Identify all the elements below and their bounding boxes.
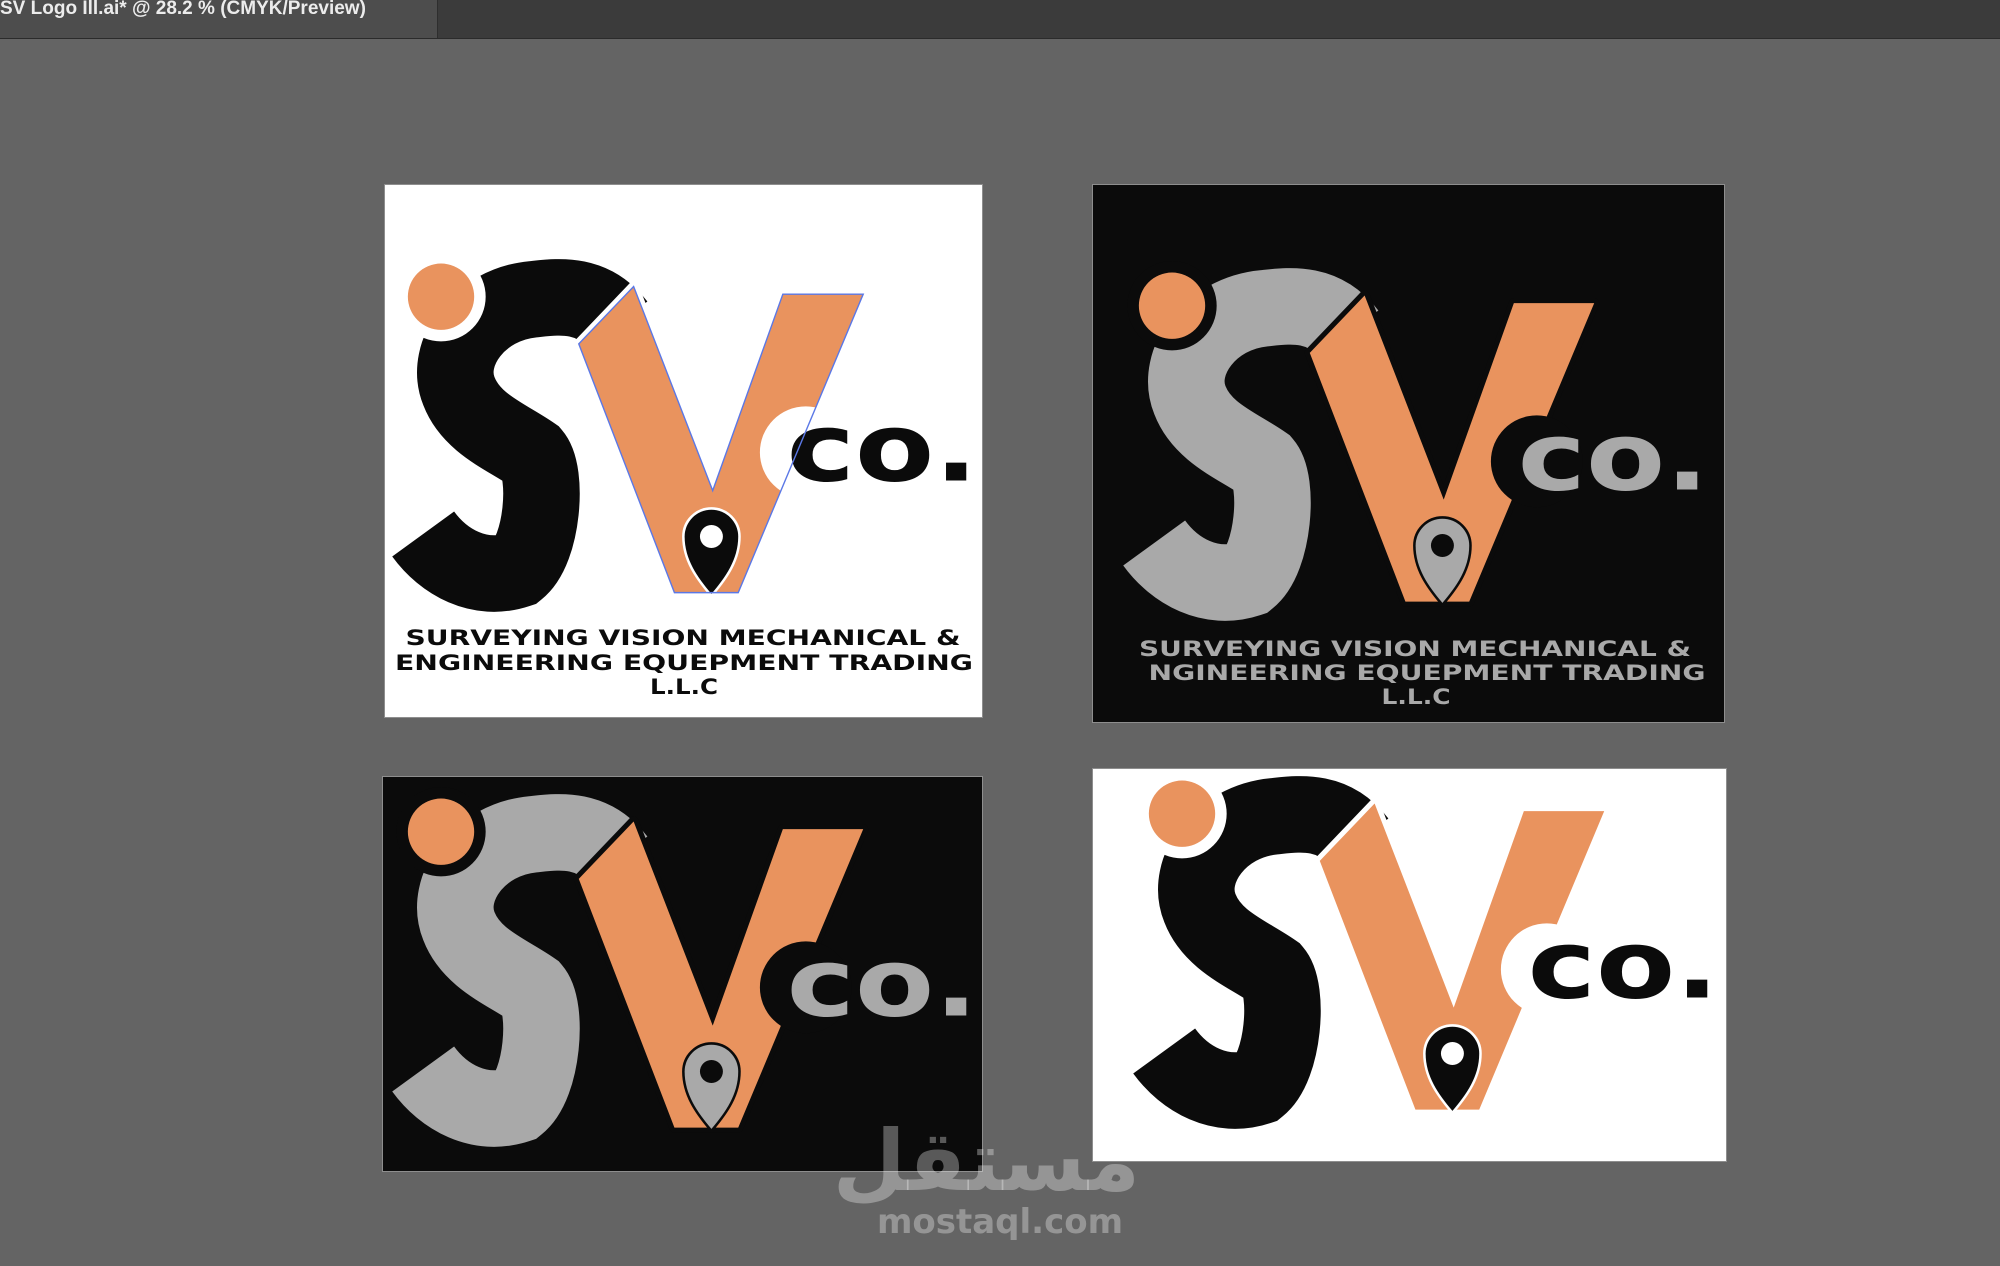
watermark-arabic: مستقل — [832, 1112, 1140, 1210]
watermark-latin: mostaql.com — [876, 1202, 1124, 1242]
mostaql-watermark: مستقل mostaql.com — [832, 1112, 1140, 1242]
logo-suffix-co[interactable]: co. — [1528, 910, 1719, 1020]
sv-logo-mark[interactable]: co. — [392, 787, 978, 1147]
sv-logo-mark[interactable]: co. — [392, 252, 978, 612]
tagline[interactable]: SURVEYING VISION MECHANICAL &ENGINEERING… — [395, 626, 973, 699]
tagline-line[interactable]: ENGINEERING EQUEPMENT TRADING — [395, 651, 973, 675]
artboard-2[interactable]: co. SURVEYING VISION MECHANICAL & NGINEERI… — [1093, 185, 1724, 722]
sv-logo-mark[interactable]: co. — [1123, 261, 1709, 621]
tagline-line[interactable]: L.L.C — [650, 675, 718, 699]
tagline-line[interactable]: SURVEYING VISION MECHANICAL & — [1139, 637, 1691, 661]
artboard-artwork: co. — [1133, 769, 1719, 1129]
tagline-line[interactable]: NGINEERING EQUEPMENT TRADING — [1149, 661, 1706, 685]
tagline-line[interactable]: SURVEYING VISION MECHANICAL & — [406, 626, 961, 650]
tagline-line[interactable]: L.L.C — [1382, 685, 1451, 709]
logo-suffix-co[interactable]: co. — [1518, 402, 1709, 512]
document-tab[interactable]: SV Logo Ill.ai* @ 28.2 % (CMYK/Preview) — [0, 0, 438, 38]
map-pin-hole — [699, 1060, 723, 1083]
logo-orange-dot[interactable] — [407, 263, 475, 330]
tagline[interactable]: SURVEYING VISION MECHANICAL &NGINEERING … — [1139, 637, 1706, 709]
document-tab-title: SV Logo Ill.ai* @ 28.2 % (CMYK/Preview) — [0, 0, 366, 19]
artboard-canvas[interactable]: co. SURVEYING VISION MECHANICAL & ENGINEER… — [0, 39, 2000, 1266]
logo-orange-dot[interactable] — [1138, 272, 1206, 339]
artboard-4[interactable]: co. — [1093, 769, 1726, 1161]
document-tab-bar: SV Logo Ill.ai* @ 28.2 % (CMYK/Preview) — [0, 0, 2000, 39]
artboard-artwork: co. SURVEYING VISION MECHANICAL &ENGINEER… — [392, 252, 978, 699]
artboard-artwork: co. SURVEYING VISION MECHANICAL &NGINEERI… — [1123, 261, 1709, 709]
artboard-1[interactable]: co. SURVEYING VISION MECHANICAL & ENGINEER… — [385, 185, 982, 717]
sv-logo-mark[interactable]: co. — [1133, 769, 1719, 1129]
map-pin-hole — [699, 525, 723, 548]
map-pin-hole — [1430, 534, 1454, 557]
logo-orange-dot[interactable] — [407, 798, 475, 865]
map-pin-hole — [1440, 1042, 1464, 1065]
logo-suffix-co[interactable]: co. — [787, 928, 978, 1038]
logo-orange-dot[interactable] — [1148, 780, 1216, 847]
